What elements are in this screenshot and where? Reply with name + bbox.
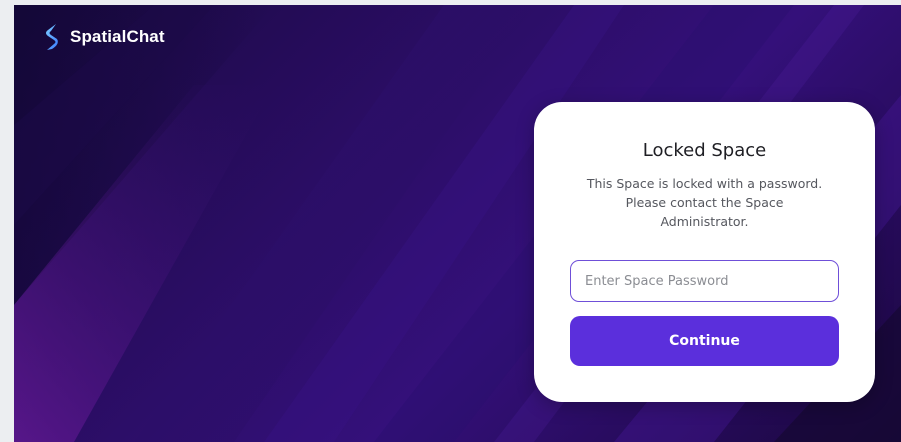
- description-line: Administrator.: [660, 214, 749, 229]
- card-title: Locked Space: [642, 140, 767, 161]
- space-password-input[interactable]: [570, 260, 839, 302]
- description-line: This Space is locked with a password.: [586, 176, 823, 191]
- locked-space-card: Locked Space This Space is locked with a…: [534, 102, 875, 402]
- description-line: Please contact the Space: [625, 195, 784, 210]
- locked-space-screen: SpatialChat Locked Space This Space is l…: [14, 5, 901, 442]
- brand: SpatialChat: [42, 23, 165, 51]
- continue-button[interactable]: Continue: [570, 316, 839, 366]
- spatialchat-logo-icon: [46, 24, 58, 50]
- brand-name: SpatialChat: [70, 27, 165, 46]
- card-description: This Space is locked with a password. Pl…: [565, 174, 845, 231]
